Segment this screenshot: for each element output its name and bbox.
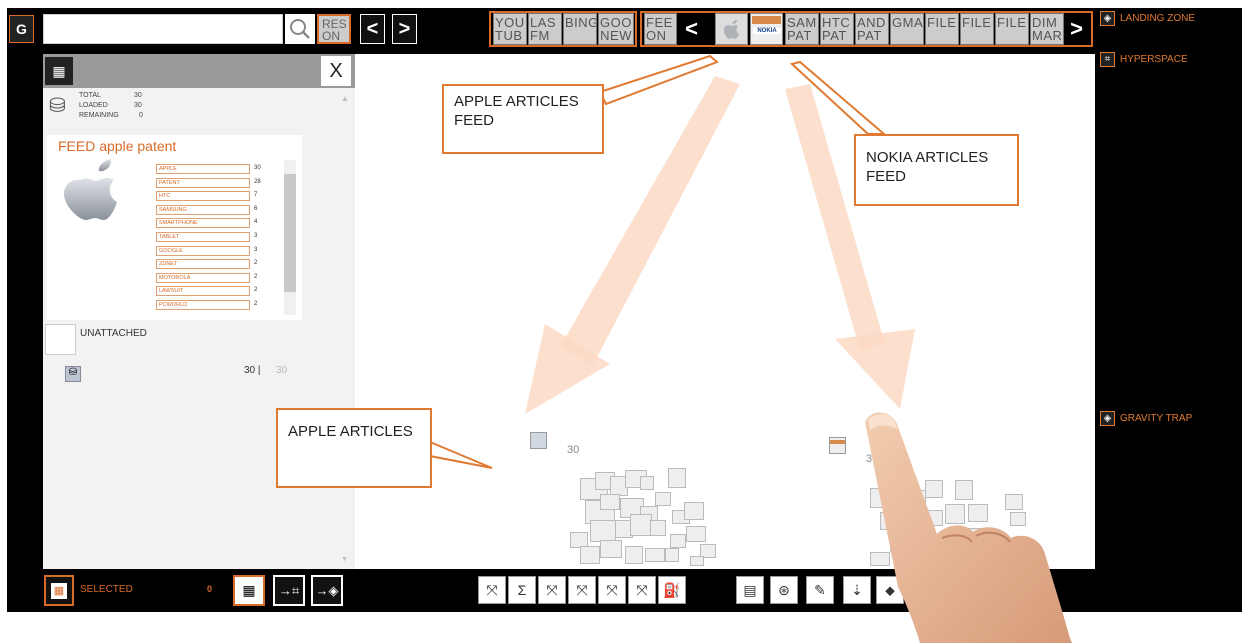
apple-cluster-count: 30 xyxy=(567,444,580,456)
callout-apple-feed-line1: APPLE ARTICLES xyxy=(454,93,579,110)
callout-nokia-feed-line1: NOKIA ARTICLES xyxy=(866,149,989,166)
scatter-icon[interactable]: ⤧ xyxy=(598,576,626,604)
callout-nokia-feed-line2: FEED xyxy=(866,168,907,185)
expand-icon[interactable]: ⤧ xyxy=(478,576,506,604)
nokia-cluster-icon[interactable] xyxy=(829,437,846,454)
callout-apple-articles-text: APPLE ARTICLES xyxy=(288,423,413,440)
sum-icon[interactable]: Σ xyxy=(508,576,536,604)
selected-toggle[interactable]: ▦ xyxy=(44,575,74,606)
article-thumbnail[interactable] xyxy=(670,534,686,548)
article-thumbnail[interactable] xyxy=(580,546,600,564)
grid-select-icon: ▦ xyxy=(51,582,67,599)
send-hyperspace-icon: →⌗ xyxy=(278,582,300,598)
broom-icon[interactable]: ✎ xyxy=(806,576,834,604)
article-thumbnail[interactable] xyxy=(686,526,706,542)
send-landing-button[interactable]: →◈ xyxy=(311,575,343,606)
article-thumbnail[interactable] xyxy=(650,520,666,536)
lifebuoy-icon[interactable]: ⊛ xyxy=(770,576,798,604)
article-thumbnail[interactable] xyxy=(655,492,671,506)
gather-icon[interactable]: ⤧ xyxy=(628,576,656,604)
article-thumbnail[interactable] xyxy=(600,494,620,510)
grid-icon: ▦ xyxy=(242,582,256,598)
callout-apple-feed-line2: FEED xyxy=(454,112,495,129)
send-landing-icon: →◈ xyxy=(315,582,339,598)
article-thumbnail[interactable] xyxy=(625,546,643,564)
send-hyperspace-button[interactable]: →⌗ xyxy=(273,575,305,606)
pointing-hand-image xyxy=(865,412,1073,643)
article-thumbnail[interactable] xyxy=(640,476,654,490)
article-thumbnail[interactable] xyxy=(590,520,616,542)
collapse-icon[interactable]: ⤧ xyxy=(538,576,566,604)
selected-label: SELECTED xyxy=(80,584,133,595)
article-thumbnail[interactable] xyxy=(645,548,665,562)
article-thumbnail[interactable] xyxy=(684,502,704,520)
spread-icon[interactable]: ⤧ xyxy=(568,576,596,604)
article-thumbnail[interactable] xyxy=(668,468,686,488)
article-thumbnail[interactable] xyxy=(600,540,622,558)
selected-count: 0 xyxy=(207,584,213,594)
article-thumbnail[interactable] xyxy=(665,548,679,562)
callout-nokia-feed: NOKIA ARTICLES FEED xyxy=(854,134,1019,206)
calculator-icon[interactable]: ▤ xyxy=(736,576,764,604)
select-grid-button[interactable]: ▦ xyxy=(233,575,265,606)
horn-icon[interactable]: ⛽ xyxy=(658,576,686,604)
callout-apple-articles: APPLE ARTICLES xyxy=(276,408,432,488)
nokia-banner xyxy=(830,440,845,444)
apple-cluster-icon[interactable] xyxy=(530,432,547,449)
article-thumbnail[interactable] xyxy=(630,514,652,536)
callout-apple-feed: APPLE ARTICLES FEED xyxy=(442,84,604,154)
article-thumbnail[interactable] xyxy=(690,556,704,566)
